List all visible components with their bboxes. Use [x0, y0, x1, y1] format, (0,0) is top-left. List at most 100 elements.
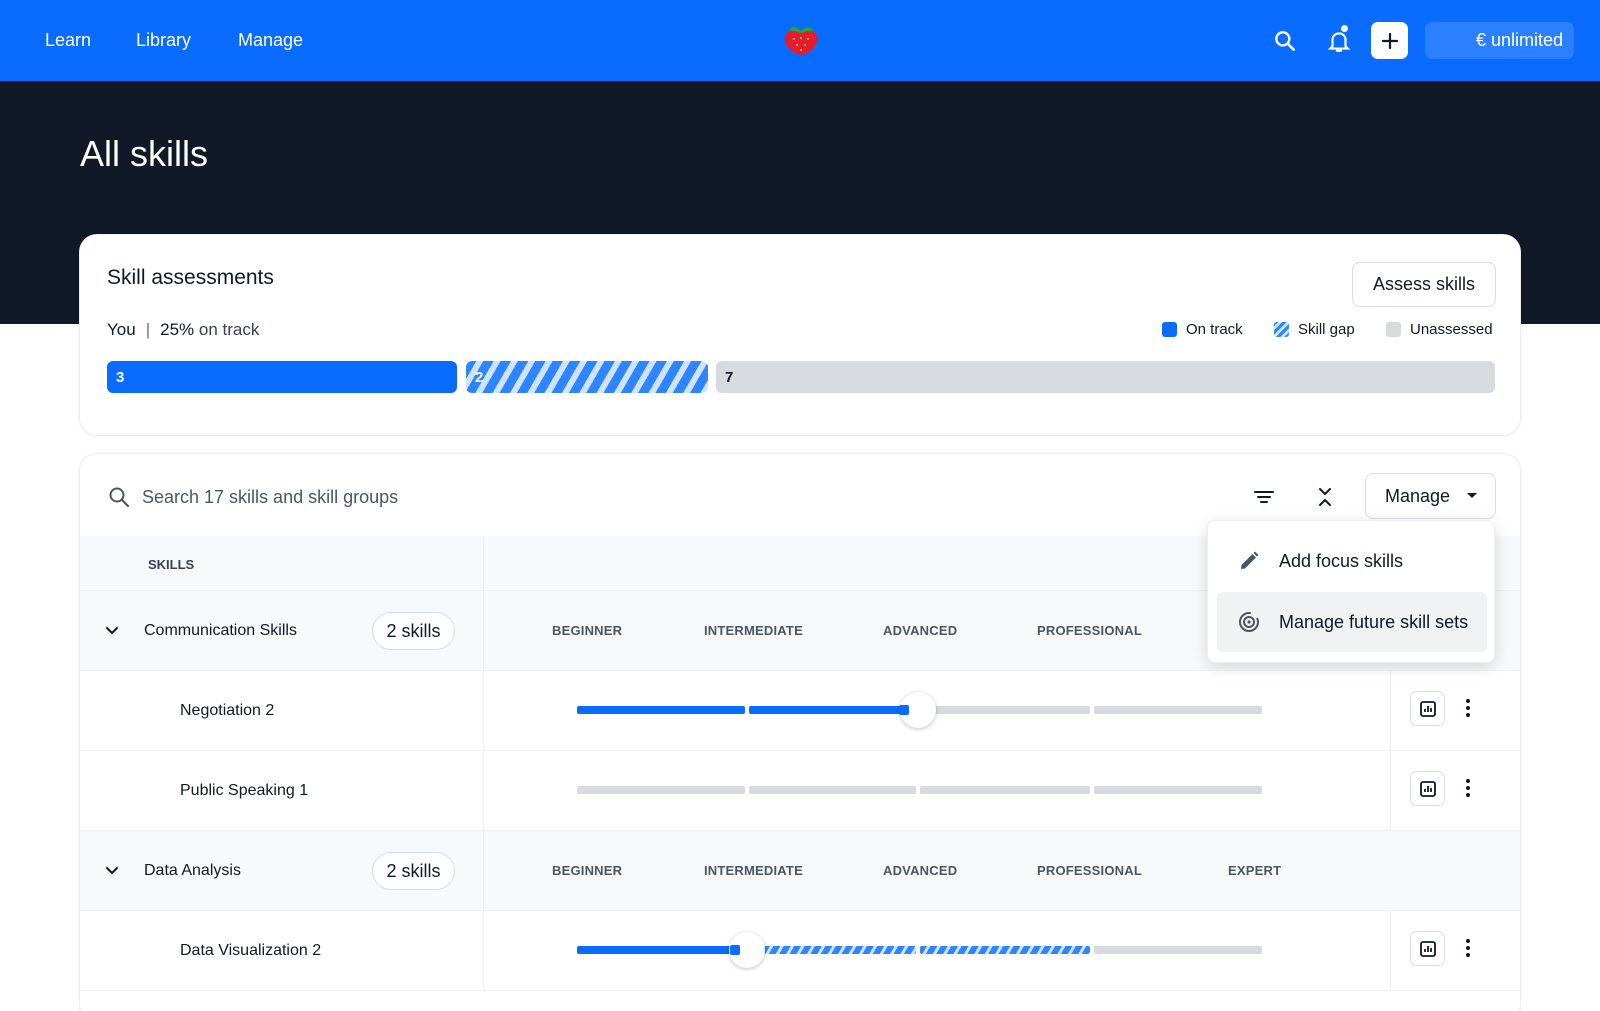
level-intermediate: INTERMEDIATE	[704, 623, 803, 638]
legend-swatch-unassessed	[1386, 322, 1401, 337]
unlimited-button[interactable]: € unlimited	[1425, 22, 1574, 59]
column-divider	[1390, 911, 1391, 990]
menu-item-add-focus-skills[interactable]: Add focus skills	[1217, 531, 1487, 591]
card-title: Skill assessments	[107, 266, 274, 289]
level-bar-intermediate	[749, 786, 916, 794]
level-expert: EXPERT	[1228, 863, 1282, 878]
level-bar-intermediate	[749, 706, 911, 714]
nav-library[interactable]: Library	[136, 30, 191, 51]
segment-on-track[interactable]: 3	[107, 361, 457, 393]
level-bar-beginner	[577, 786, 745, 794]
group-name: Data Analysis	[144, 862, 241, 879]
level-professional: PROFESSIONAL	[1037, 623, 1142, 638]
legend-skill-gap: Skill gap	[1274, 321, 1355, 338]
level-bar-advanced	[923, 706, 1090, 714]
more-options-icon[interactable]	[1459, 697, 1477, 719]
caret-down-icon	[1467, 493, 1477, 498]
chart-icon	[1419, 700, 1436, 717]
skill-group-row[interactable]: Data Analysis 2 skills BEGINNER INTERMED…	[80, 831, 1520, 911]
manage-dropdown-button[interactable]: Manage	[1365, 473, 1496, 519]
create-button[interactable]	[1371, 22, 1408, 59]
search-icon	[109, 487, 130, 508]
legend-swatch-on-track	[1162, 322, 1177, 337]
page-title: All skills	[80, 133, 209, 174]
column-divider	[483, 671, 484, 750]
column-header-skills: SKILLS	[148, 557, 195, 572]
you-label: You	[107, 320, 136, 339]
assess-skills-button[interactable]: Assess skills	[1352, 262, 1496, 307]
filter-icon[interactable]	[1251, 484, 1277, 510]
level-slider-handle[interactable]	[899, 692, 936, 728]
divider: |	[145, 320, 151, 339]
legend-label: Skill gap	[1298, 321, 1355, 338]
more-options-icon[interactable]	[1459, 777, 1477, 799]
skill-count-badge: 2 skills	[372, 852, 455, 890]
column-divider	[1390, 671, 1391, 750]
level-bar-professional	[1094, 946, 1262, 954]
track-summary: You | 25% on track	[107, 320, 259, 340]
column-divider	[483, 911, 484, 990]
skill-insights-button[interactable]	[1410, 771, 1445, 806]
skill-row[interactable]: Negotiation 2	[80, 671, 1520, 751]
target-icon	[1239, 612, 1259, 632]
legend-unassessed: Unassessed	[1386, 321, 1493, 338]
pencil-icon	[1241, 551, 1259, 569]
skill-insights-button[interactable]	[1410, 691, 1445, 726]
column-divider	[483, 591, 484, 670]
bell-icon[interactable]	[1326, 28, 1352, 54]
level-beginner: BEGINNER	[552, 623, 623, 638]
column-divider	[1390, 751, 1391, 830]
chart-icon	[1419, 940, 1436, 957]
chevron-down-icon[interactable]	[103, 622, 121, 640]
skill-row[interactable]: Public Speaking 1	[80, 751, 1520, 831]
group-name: Communication Skills	[144, 622, 297, 639]
level-beginner: BEGINNER	[552, 863, 623, 878]
legend-swatch-skill-gap	[1274, 322, 1289, 337]
level-marker	[899, 705, 909, 715]
nav-learn[interactable]: Learn	[45, 30, 91, 51]
level-marker	[730, 945, 740, 955]
level-advanced: ADVANCED	[883, 623, 958, 638]
menu-item-label: Manage future skill sets	[1279, 611, 1469, 632]
strawberry-logo-icon[interactable]	[780, 22, 822, 58]
level-bar-advanced	[920, 946, 1090, 954]
plus-icon	[1381, 32, 1398, 49]
search-icon[interactable]	[1272, 28, 1298, 54]
skills-search-input[interactable]	[142, 480, 542, 514]
notification-dot	[1340, 24, 1349, 33]
skill-name: Negotiation 2	[180, 702, 275, 719]
skill-row[interactable]: Data Visualization 2	[80, 911, 1520, 991]
nav-manage[interactable]: Manage	[238, 30, 303, 51]
skill-count-badge: 2 skills	[372, 612, 455, 650]
level-intermediate: INTERMEDIATE	[704, 863, 803, 878]
menu-item-manage-future-skill-sets[interactable]: Manage future skill sets	[1217, 592, 1487, 652]
legend-label: Unassessed	[1410, 321, 1493, 338]
chevron-down-icon[interactable]	[103, 862, 121, 880]
level-slider-handle[interactable]	[729, 932, 765, 968]
manage-label: Manage	[1385, 485, 1451, 506]
collapse-all-icon[interactable]	[1312, 484, 1338, 510]
level-professional: PROFESSIONAL	[1037, 863, 1142, 878]
skill-assessments-card: Skill assessments Assess skills You | 25% …	[79, 234, 1521, 436]
column-divider	[483, 751, 484, 830]
track-percent: 25%	[160, 320, 195, 339]
level-bar-advanced	[920, 786, 1090, 794]
skill-insights-button[interactable]	[1410, 931, 1445, 966]
skill-name: Data Visualization 2	[180, 942, 322, 959]
more-options-icon[interactable]	[1459, 937, 1477, 959]
top-navigation: Learn Library Manage € unlimited	[0, 0, 1600, 81]
manage-dropdown-menu: Add focus skills Manage future skill set…	[1207, 520, 1495, 663]
level-bar-professional	[1094, 706, 1262, 714]
segment-skill-gap[interactable]: 2	[466, 361, 708, 393]
chart-icon	[1419, 780, 1436, 797]
level-bar-beginner	[577, 706, 745, 714]
segment-unassessed[interactable]: 7	[716, 361, 1495, 393]
level-bar-beginner	[577, 946, 735, 954]
legend-label: On track	[1186, 321, 1243, 338]
menu-item-label: Add focus skills	[1279, 550, 1404, 571]
skill-name: Public Speaking 1	[180, 782, 309, 799]
column-divider	[483, 831, 484, 910]
level-advanced: ADVANCED	[883, 863, 958, 878]
level-bar-intermediate	[763, 946, 916, 954]
track-text: on track	[198, 320, 260, 339]
